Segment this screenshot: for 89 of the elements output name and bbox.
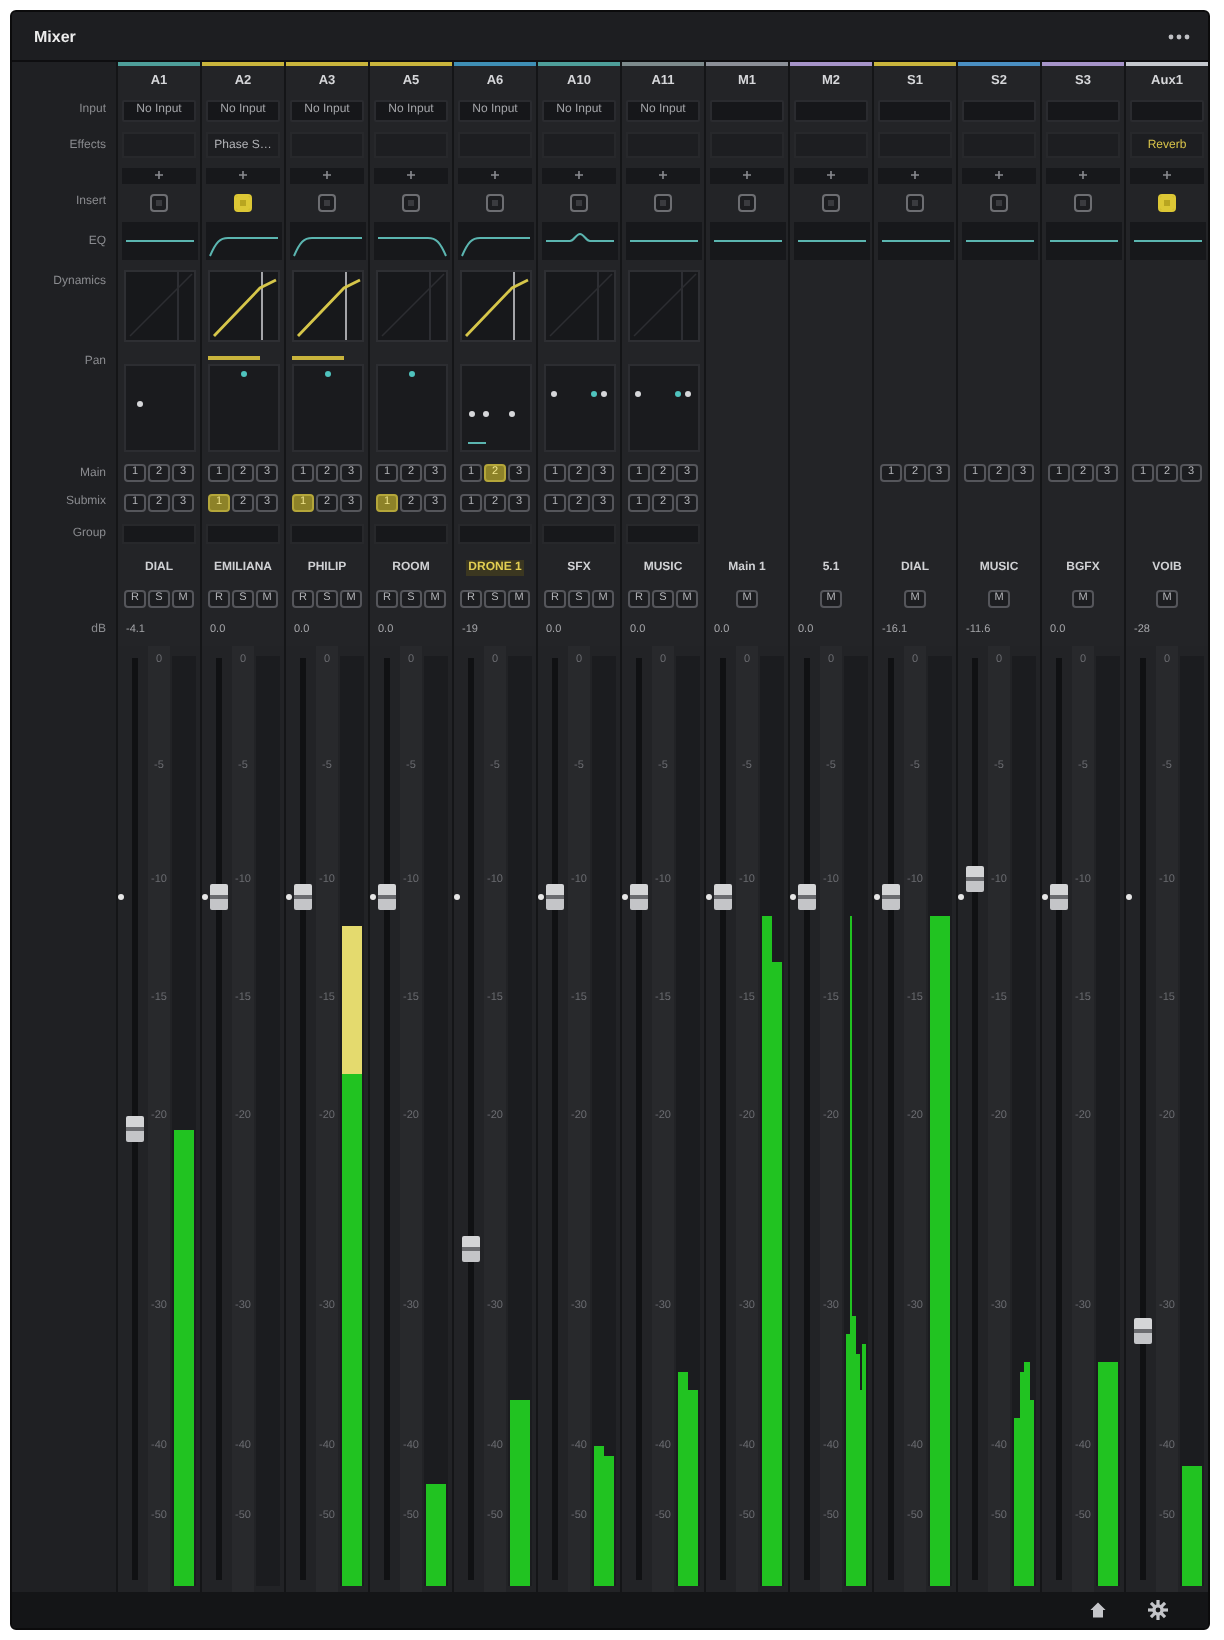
insert-button[interactable]: [1158, 193, 1176, 211]
pan-dot-icon: [468, 410, 475, 417]
pan-panel[interactable]: [460, 364, 532, 452]
unity-mark-icon: [706, 894, 712, 901]
unity-mark-icon: [286, 894, 292, 901]
fader-handle[interactable]: [1050, 884, 1068, 911]
plus-icon: [322, 170, 332, 180]
dynamics-graph-drawing[interactable]: [459, 270, 531, 342]
eq-curve-drawing[interactable]: [625, 222, 701, 260]
pan-dot-icon: [509, 410, 516, 417]
dynamics-graph-drawing[interactable]: [291, 270, 363, 342]
pan-dot-icon: [482, 410, 489, 417]
add-effect-button[interactable]: [458, 167, 532, 183]
plus-icon: [490, 170, 500, 180]
pan-dot-icon: [241, 370, 247, 377]
add-effect-button[interactable]: [794, 167, 868, 183]
unity-mark-icon: [454, 894, 460, 901]
fader-handle[interactable]: [966, 866, 984, 893]
fader-handle[interactable]: [462, 1235, 480, 1262]
unity-mark-icon: [958, 894, 964, 901]
plus-icon: [658, 170, 668, 180]
eq-curve-drawing[interactable]: [793, 222, 869, 260]
eq-curve-drawing[interactable]: [1129, 222, 1205, 260]
fader-handle[interactable]: [546, 884, 564, 911]
add-effect-button[interactable]: [374, 167, 448, 183]
eq-curve-drawing[interactable]: [709, 222, 785, 260]
unity-mark-icon: [790, 894, 796, 901]
gear-icon[interactable]: [1148, 1600, 1168, 1620]
unity-mark-icon: [202, 894, 208, 901]
more-icon[interactable]: [1168, 33, 1190, 39]
plus-icon: [826, 170, 836, 180]
unity-mark-icon: [118, 894, 124, 901]
plus-icon: [994, 170, 1004, 180]
add-effect-button[interactable]: [626, 167, 700, 183]
add-effect-button[interactable]: [122, 167, 196, 183]
pan-dot-icon: [137, 400, 144, 407]
pan-dot-icon: [635, 391, 642, 398]
plus-icon: [238, 170, 248, 180]
pan-dot-icon: [685, 391, 692, 398]
add-effect-button[interactable]: [878, 167, 952, 183]
pan-dot-icon: [325, 370, 331, 377]
plus-icon: [154, 170, 164, 180]
unity-mark-icon: [538, 894, 544, 901]
add-effect-button[interactable]: [962, 167, 1036, 183]
fader-handle[interactable]: [126, 1115, 144, 1142]
add-effect-button[interactable]: [1046, 167, 1120, 183]
plus-icon: [574, 170, 584, 180]
fader-handle[interactable]: [210, 884, 228, 911]
unity-mark-icon: [874, 894, 880, 901]
unity-mark-icon: [1126, 894, 1132, 901]
eq-curve-drawing[interactable]: [541, 222, 617, 260]
fader-handle[interactable]: [630, 884, 648, 911]
unity-mark-icon: [370, 894, 376, 901]
eq-curve-drawing[interactable]: [205, 222, 281, 260]
fader-handle[interactable]: [714, 884, 732, 911]
fader-handle[interactable]: [798, 884, 816, 911]
fader-handle[interactable]: [1134, 1318, 1152, 1345]
add-effect-button[interactable]: [542, 167, 616, 183]
fader-handle[interactable]: [378, 884, 396, 911]
plus-icon: [742, 170, 752, 180]
add-effect-button[interactable]: [206, 167, 280, 183]
eq-curve-drawing[interactable]: [289, 222, 365, 260]
house-icon[interactable]: [1090, 1602, 1106, 1618]
eq-curve-drawing[interactable]: [1045, 222, 1121, 260]
pan-spread-line: [468, 441, 486, 444]
pan-dot-icon: [551, 391, 558, 398]
window-title: Mixer: [34, 27, 76, 45]
add-effect-button[interactable]: [1130, 167, 1204, 183]
dynamics-graph-drawing[interactable]: [207, 270, 279, 342]
eq-curve-drawing[interactable]: [457, 222, 533, 260]
fader-handle[interactable]: [294, 884, 312, 911]
pan-dot-icon: [590, 391, 597, 398]
add-effect-button[interactable]: [290, 167, 364, 183]
eq-curve-drawing[interactable]: [961, 222, 1037, 260]
pan-dot-icon: [409, 370, 415, 377]
pan-dot-icon: [674, 391, 681, 398]
eq-curve-drawing[interactable]: [373, 222, 449, 260]
add-effect-button[interactable]: [710, 167, 784, 183]
plus-icon: [406, 170, 416, 180]
fader-handle[interactable]: [882, 884, 900, 911]
unity-mark-icon: [1042, 894, 1048, 901]
unity-mark-icon: [622, 894, 628, 901]
eq-curve-drawing[interactable]: [121, 222, 197, 260]
insert-button[interactable]: [234, 193, 252, 211]
plus-icon: [1162, 170, 1172, 180]
plus-icon: [1078, 170, 1088, 180]
eq-curve-drawing[interactable]: [877, 222, 953, 260]
plus-icon: [910, 170, 920, 180]
pan-dot-icon: [601, 391, 608, 398]
